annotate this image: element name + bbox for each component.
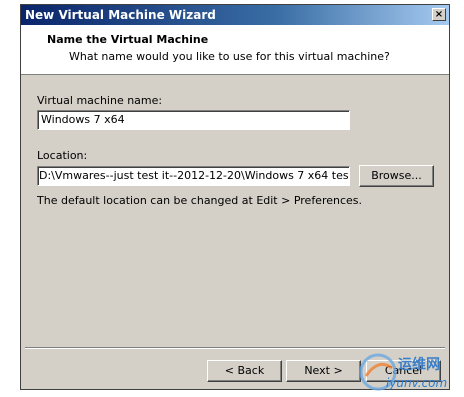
browse-button[interactable]: Browse...	[359, 165, 434, 187]
next-button[interactable]: Next >	[286, 360, 361, 382]
default-location-info: The default location can be changed at E…	[37, 194, 363, 207]
vm-name-label: Virtual machine name:	[37, 94, 163, 107]
watermark-cn-text: 运维网	[398, 357, 440, 373]
wizard-window: New Virtual Machine Wizard × Name the Vi…	[20, 4, 450, 390]
close-button[interactable]: ×	[432, 8, 446, 21]
wizard-header: Name the Virtual Machine What name would…	[21, 25, 449, 75]
watermark-url-text: iyunv.com	[386, 376, 448, 390]
location-field[interactable]: D:\Vmwares--just test it--2012-12-20\Win…	[37, 166, 350, 186]
title-bar[interactable]: New Virtual Machine Wizard ×	[21, 5, 449, 25]
site-watermark: 运维网 iyunv.com	[358, 348, 462, 394]
back-button[interactable]: < Back	[207, 360, 282, 382]
page-subtitle: What name would you like to use for this…	[69, 50, 390, 63]
close-icon: ×	[434, 9, 444, 20]
location-label: Location:	[37, 149, 88, 162]
window-title: New Virtual Machine Wizard	[25, 8, 216, 22]
vm-name-field[interactable]: Windows 7 x64	[37, 110, 350, 130]
page-title: Name the Virtual Machine	[47, 33, 209, 46]
